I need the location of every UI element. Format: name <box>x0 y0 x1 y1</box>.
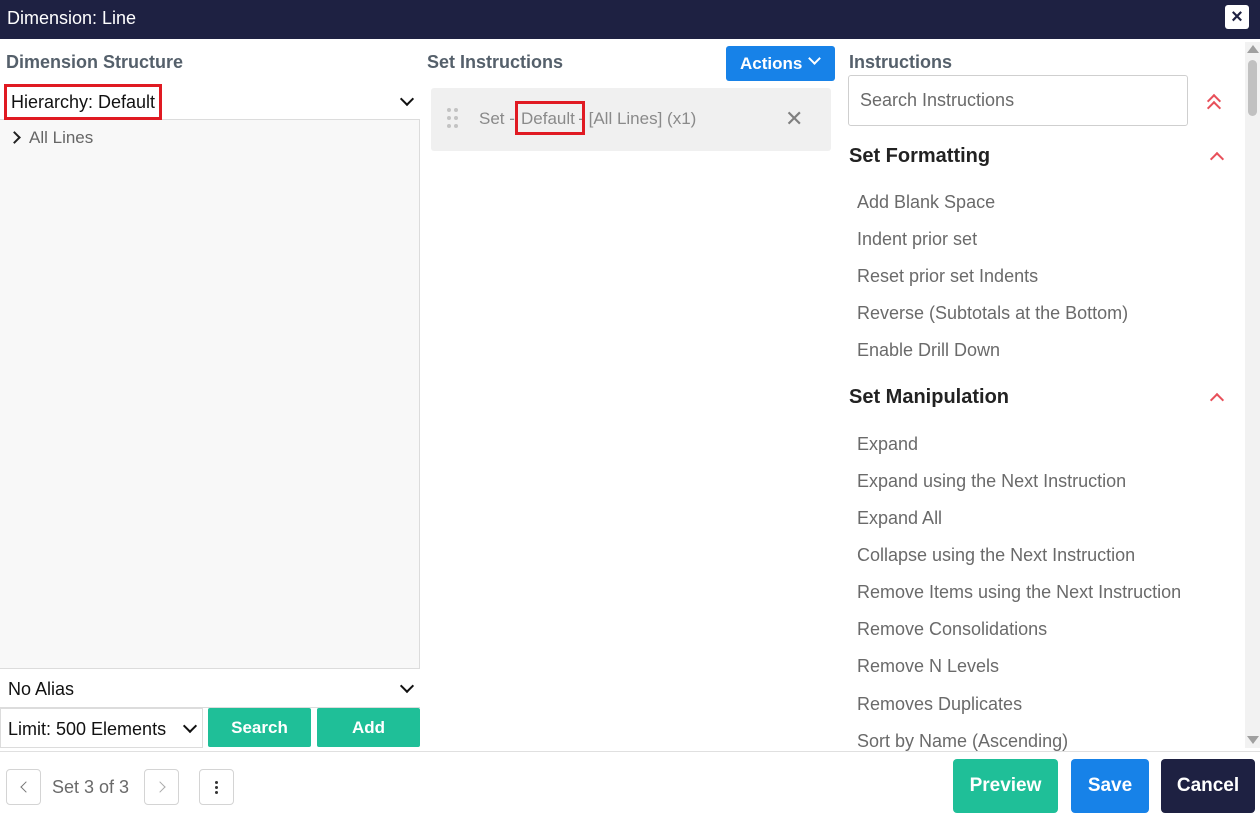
footer-bar: Set 3 of 3 Preview Save Cancel <box>0 751 1260 816</box>
alias-select[interactable]: No Alias <box>0 668 420 708</box>
tree-item-label: All Lines <box>29 128 94 147</box>
instruction-item[interactable]: Reset prior set Indents <box>857 266 1038 287</box>
set-prefix: Set - <box>479 109 520 128</box>
set-instruction-item[interactable]: Set - Default - [All Lines] (x1) Default… <box>431 88 831 151</box>
scroll-up-icon[interactable] <box>1247 45 1259 53</box>
instruction-item[interactable]: Collapse using the Next Instruction <box>857 545 1135 566</box>
instruction-item[interactable]: Sort by Name (Ascending) <box>857 731 1068 752</box>
chevron-down-icon <box>182 718 198 734</box>
instruction-item[interactable]: Remove Items using the Next Instruction <box>857 582 1181 603</box>
search-instructions-box[interactable] <box>848 75 1188 126</box>
instructions-scrollbar[interactable] <box>1245 42 1260 748</box>
chevron-up-icon[interactable] <box>1209 151 1225 167</box>
scrollbar-thumb[interactable] <box>1248 60 1257 116</box>
set-instructions-panel: Set Instructions Actions Set - Default -… <box>420 39 845 751</box>
instruction-item[interactable]: Removes Duplicates <box>857 694 1022 715</box>
instruction-item[interactable]: Indent prior set <box>857 229 977 250</box>
instructions-panel: Instructions Set Formatting Add Blank Sp… <box>845 39 1260 751</box>
window-title: Dimension: Line <box>7 8 137 28</box>
instructions-title: Instructions <box>849 52 953 72</box>
scroll-down-icon[interactable] <box>1247 736 1259 744</box>
instruction-item[interactable]: Remove N Levels <box>857 656 999 677</box>
instruction-item[interactable]: Remove Consolidations <box>857 619 1047 640</box>
save-button[interactable]: Save <box>1071 759 1149 813</box>
tree-item-all-lines[interactable]: All Lines <box>8 128 94 148</box>
set-suffix: - [All Lines] (x1) <box>573 109 697 128</box>
limit-select[interactable]: Limit: 500 Elements <box>0 708 203 748</box>
chevron-down-icon <box>808 52 821 65</box>
preview-button[interactable]: Preview <box>953 759 1058 813</box>
drag-handle-icon[interactable] <box>447 108 461 132</box>
chevron-down-icon <box>399 678 415 694</box>
add-button[interactable]: Add <box>317 708 420 747</box>
set-pager-text: Set 3 of 3 <box>52 777 130 797</box>
instruction-item[interactable]: Expand using the Next Instruction <box>857 471 1126 492</box>
set-hierarchy: Default <box>521 109 575 128</box>
instruction-item[interactable]: Add Blank Space <box>857 192 995 213</box>
group-title-set-formatting: Set Formatting <box>849 145 991 167</box>
hierarchy-select-value: Hierarchy: Default <box>4 84 163 120</box>
kebab-icon <box>215 781 218 784</box>
cancel-button[interactable]: Cancel <box>1161 759 1255 813</box>
search-button[interactable]: Search <box>208 708 311 747</box>
tree-view: All Lines <box>0 120 420 668</box>
actions-button[interactable]: Actions <box>726 46 835 81</box>
instruction-item[interactable]: Expand <box>857 434 918 455</box>
chevron-right-icon[interactable] <box>8 131 21 144</box>
remove-set-icon[interactable]: ✕ <box>785 106 803 132</box>
chevron-left-icon <box>20 781 32 793</box>
hierarchy-select[interactable]: Hierarchy: Default <box>0 83 420 120</box>
instruction-item[interactable]: Enable Drill Down <box>857 340 1000 361</box>
alias-select-value: No Alias <box>8 679 75 699</box>
dimension-structure-title: Dimension Structure <box>6 52 184 72</box>
title-bar: Dimension: Line × <box>0 0 1260 39</box>
chevron-up-icon[interactable] <box>1209 392 1225 408</box>
group-title-set-manipulation: Set Manipulation <box>849 386 1009 408</box>
instruction-item[interactable]: Reverse (Subtotals at the Bottom) <box>857 303 1128 324</box>
limit-select-value: Limit: 500 Elements <box>8 719 167 739</box>
close-icon[interactable]: × <box>1225 5 1249 29</box>
instruction-item[interactable]: Expand All <box>857 508 942 529</box>
more-options-button[interactable] <box>199 769 234 805</box>
search-instructions-input[interactable] <box>849 76 1169 125</box>
chevron-right-icon <box>154 781 166 793</box>
actions-label: Actions <box>740 54 803 73</box>
set-instruction-text: Set - Default - [All Lines] (x1) <box>479 109 696 129</box>
dimension-structure-panel: Dimension Structure Hierarchy: Default A… <box>0 39 420 751</box>
set-hierarchy-highlight: Default <box>515 101 585 135</box>
previous-set-button[interactable] <box>6 769 41 805</box>
next-set-button[interactable] <box>144 769 179 805</box>
set-instructions-title: Set Instructions <box>427 52 564 72</box>
chevron-down-icon <box>399 91 415 107</box>
